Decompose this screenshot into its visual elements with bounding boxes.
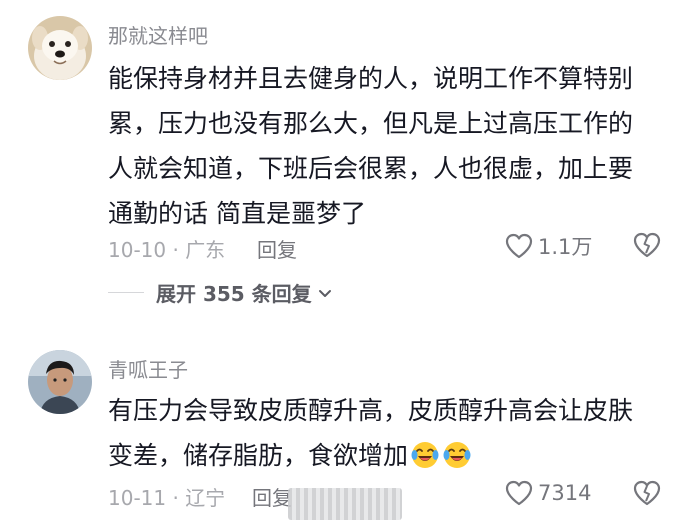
like-count: 7314 [538,481,592,505]
avatar[interactable] [28,16,92,80]
date-location: 10-11 · 辽宁 [108,486,226,510]
watermark [288,488,402,520]
heart-outline-icon [505,480,533,506]
dog-avatar-icon [28,16,92,80]
crying-laughing-emoji-icon [410,439,440,484]
dislike-button[interactable] [632,231,662,263]
comment-text: 能保持身材并且去健身的人，说明工作不算特别 累，压力也没有那么大，但凡是上过高压… [108,56,668,236]
comment-text-line: 通勤的话 简直是噩梦了 [108,199,366,228]
reply-button[interactable]: 回复 [257,234,297,263]
expand-replies[interactable]: 展开 355 条回复 [108,278,335,307]
avatar[interactable] [28,350,92,414]
broken-heart-icon [633,232,661,258]
comment-text-line: 有压力会导致皮质醇升高，皮质醇升高会让皮肤 [108,396,634,425]
comment-text-line: 变差，储存脂肪，食欲增加 [108,433,668,484]
dislike-button[interactable] [632,479,662,511]
expand-replies-label: 展开 355 条回复 [156,282,312,306]
date-location: 10-10 · 广东 [108,238,226,262]
heart-outline-icon [505,233,533,259]
username[interactable]: 青呱王子 [108,354,188,383]
person-avatar-icon [28,350,92,414]
comment-text-line: 累，压力也没有那么大，但凡是上过高压工作的 [108,109,634,138]
comment-text-line: 能保持身材并且去健身的人，说明工作不算特别 [108,64,634,93]
divider [108,292,144,293]
username[interactable]: 那就这样吧 [108,20,208,49]
broken-heart-icon [633,480,661,506]
chevron-down-icon [318,289,331,297]
crying-laughing-emoji-icon [442,439,472,484]
like-button[interactable]: 1.1万 [504,231,592,261]
comment-text: 有压力会导致皮质醇升高，皮质醇升高会让皮肤 变差，储存脂肪，食欲增加 [108,388,668,484]
comment-text-line: 人就会知道，下班后会很累，人也很虚，加上要 [108,154,634,183]
like-button[interactable]: 7314 [504,479,591,507]
like-count: 1.1万 [538,235,593,259]
comment-text-segment: 变差，储存脂肪，食欲增加 [108,441,409,470]
reply-button[interactable]: 回复 [252,482,292,511]
